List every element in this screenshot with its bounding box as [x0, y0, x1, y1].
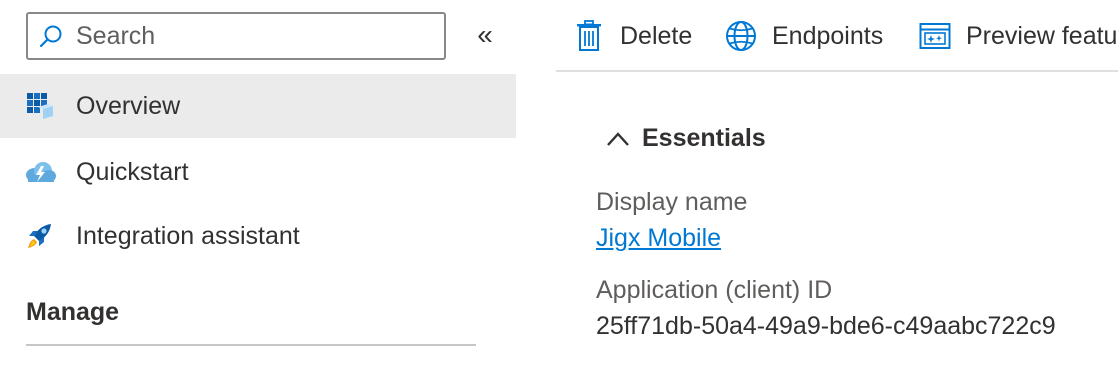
search-box[interactable] — [26, 12, 446, 60]
essentials-toggle[interactable]: Essentials — [604, 124, 766, 153]
collapse-sidebar-button[interactable]: « — [470, 20, 500, 54]
endpoints-button[interactable]: Endpoints — [724, 14, 883, 58]
sidebar-item-quickstart[interactable]: Quickstart — [0, 140, 516, 204]
overview-grid-icon — [24, 90, 56, 122]
app-registration-page: « Overview — [0, 0, 1118, 368]
preview-features-label: Preview features — [966, 21, 1118, 50]
display-name-label: Display name — [596, 188, 748, 216]
delete-button[interactable]: Delete — [572, 14, 692, 58]
chevron-up-icon — [604, 125, 632, 153]
search-icon — [36, 21, 66, 51]
app-id-label: Application (client) ID — [596, 276, 833, 304]
rocket-icon — [24, 220, 56, 252]
sidebar-item-label: Quickstart — [76, 157, 189, 186]
preview-window-icon — [918, 19, 952, 53]
cloud-lightning-icon — [24, 156, 56, 188]
preview-features-button[interactable]: Preview features — [918, 14, 1118, 58]
sidebar-item-integration-assistant[interactable]: Integration assistant — [0, 204, 516, 268]
trash-icon — [572, 19, 606, 53]
command-bar: Delete Endpoints Preview featu — [556, 0, 1118, 72]
delete-label: Delete — [620, 21, 693, 50]
endpoints-label: Endpoints — [772, 21, 884, 50]
sidebar-item-overview[interactable]: Overview — [0, 74, 516, 138]
sidebar-item-label: Integration assistant — [76, 221, 300, 250]
section-header-manage: Manage — [26, 298, 120, 326]
search-input[interactable] — [76, 21, 436, 51]
app-id-value: 25ff71db-50a4-49a9-bde6-c49aabc722c9 — [596, 312, 1056, 340]
section-divider — [26, 344, 476, 346]
essentials-title: Essentials — [642, 124, 766, 152]
globe-icon — [724, 19, 758, 53]
sidebar-item-label: Overview — [76, 91, 181, 120]
display-name-link[interactable]: Jigx Mobile — [596, 224, 721, 253]
